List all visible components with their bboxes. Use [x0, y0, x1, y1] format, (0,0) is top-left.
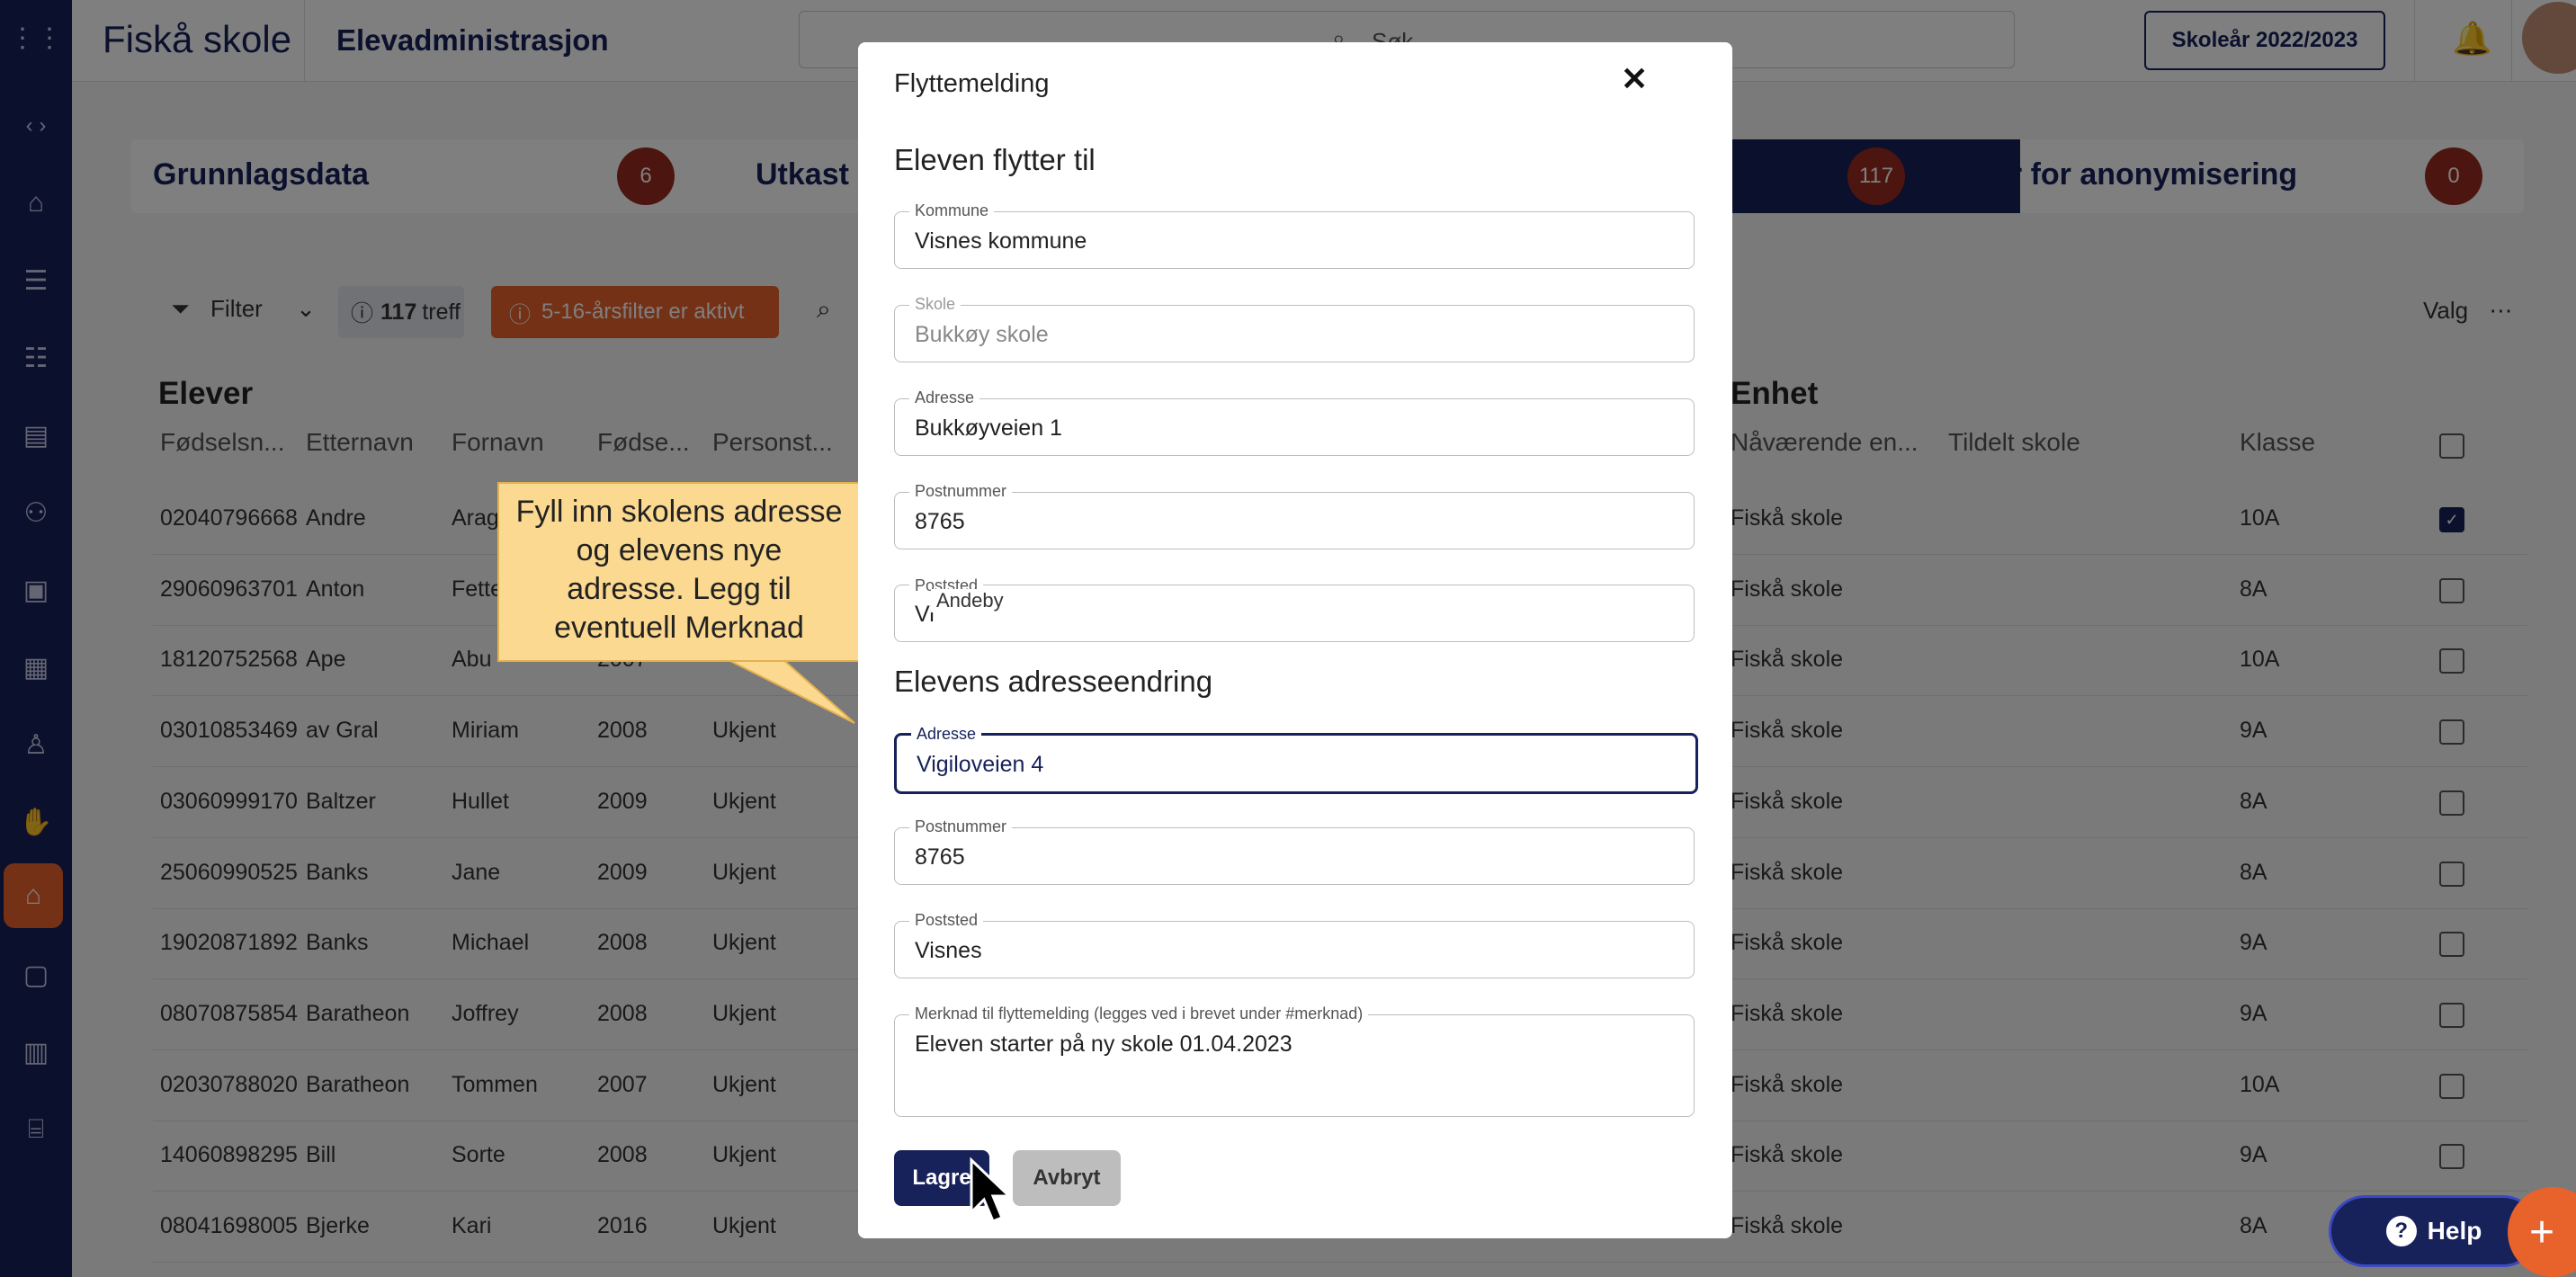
poststed-field[interactable]: Poststed Vi Andeby: [894, 576, 1695, 642]
modal-title: Flyttemelding: [894, 69, 1050, 98]
cancel-button[interactable]: Avbryt: [1013, 1150, 1121, 1206]
merknad-textarea[interactable]: Merknad til flyttemelding (legges ved i …: [894, 1005, 1695, 1117]
plus-icon: +: [2528, 1208, 2555, 1256]
field-label: Adresse: [911, 725, 982, 744]
help-icon: ?: [2385, 1216, 2417, 1246]
tutorial-tooltip: Fyll inn skolens adresse og elevens nye …: [497, 482, 861, 662]
field-value: Bukkøy skole: [915, 322, 1049, 347]
new-postnummer-field[interactable]: Postnummer 8765: [894, 817, 1695, 885]
field-label: Postnummer: [909, 817, 1013, 836]
help-button[interactable]: ? Help: [2331, 1198, 2536, 1264]
field-value: 8765: [915, 509, 965, 534]
section-heading: Elevens adresseendring: [894, 665, 1213, 698]
field-label: Poststed: [909, 911, 984, 930]
relocation-modal: Flyttemelding ✕ Eleven flytter til Kommu…: [858, 42, 1732, 1238]
close-icon[interactable]: ✕: [1621, 60, 1648, 98]
tooltip-text: Fyll inn skolens adresse og elevens nye …: [515, 495, 843, 645]
mouse-cursor-icon: [970, 1156, 1013, 1223]
adresse-field[interactable]: Adresse Bukkøyveien 1: [894, 388, 1695, 456]
field-label: Kommune: [909, 201, 995, 220]
new-adresse-field[interactable]: Adresse Vigiloveien 4: [894, 725, 1698, 794]
field-label: Adresse: [909, 388, 980, 407]
field-value: Visnes kommune: [915, 228, 1087, 254]
skole-field[interactable]: Skole Bukkøy skole: [894, 295, 1695, 362]
kommune-field[interactable]: Kommune Visnes kommune: [894, 201, 1695, 269]
field-value: Vigiloveien 4: [917, 752, 1044, 777]
field-label: Skole: [909, 295, 962, 314]
field-label: Merknad til flyttemelding (legges ved i …: [909, 1005, 1369, 1023]
autocomplete-suggestion[interactable]: Andeby: [931, 589, 1009, 612]
new-poststed-field[interactable]: Poststed Visnes: [894, 911, 1695, 978]
field-value: Bukkøyveien 1: [915, 415, 1062, 441]
section-heading: Eleven flytter til: [894, 143, 1096, 176]
field-value: Eleven starter på ny skole 01.04.2023: [915, 1031, 1292, 1057]
field-value: 8765: [915, 844, 965, 870]
field-label: Postnummer: [909, 482, 1013, 501]
field-value: Visnes: [915, 938, 982, 963]
help-label: Help: [2427, 1217, 2482, 1245]
postnummer-field[interactable]: Postnummer 8765: [894, 482, 1695, 549]
